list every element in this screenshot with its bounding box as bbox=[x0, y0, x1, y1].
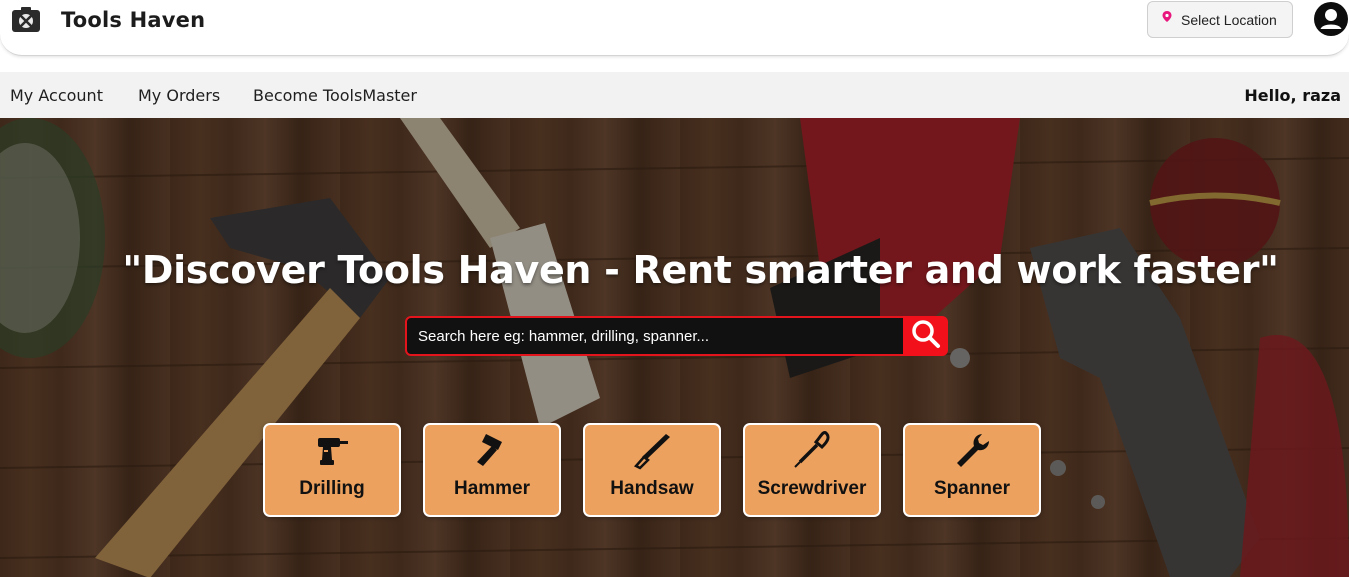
user-avatar-icon[interactable] bbox=[1314, 2, 1348, 36]
nav-my-account[interactable]: My Account bbox=[10, 86, 103, 105]
search-icon bbox=[910, 318, 942, 355]
category-label: Screwdriver bbox=[757, 478, 867, 499]
category-screwdriver[interactable]: Screwdriver bbox=[743, 423, 881, 517]
brand-name[interactable]: Tools Haven bbox=[61, 8, 205, 32]
nav-my-orders[interactable]: My Orders bbox=[138, 86, 220, 105]
select-location-label: Select Location bbox=[1181, 11, 1277, 28]
search-bar bbox=[405, 316, 948, 356]
category-label: Spanner bbox=[933, 478, 1011, 499]
search-input[interactable] bbox=[405, 316, 905, 356]
map-pin-icon bbox=[1160, 10, 1174, 29]
select-location-button[interactable]: Select Location bbox=[1147, 1, 1293, 38]
category-drilling[interactable]: Drilling bbox=[263, 423, 401, 517]
category-label: Handsaw bbox=[610, 478, 694, 499]
screwdriver-icon bbox=[792, 430, 832, 478]
category-label: Drilling bbox=[299, 478, 365, 499]
top-header: Tools Haven Select Location bbox=[0, 0, 1349, 56]
category-label: Hammer bbox=[453, 478, 531, 499]
category-handsaw[interactable]: Handsaw bbox=[583, 423, 721, 517]
handsaw-icon bbox=[632, 430, 672, 478]
category-hammer[interactable]: Hammer bbox=[423, 423, 561, 517]
hammer-icon bbox=[472, 430, 512, 478]
hero-headline: "Discover Tools Haven - Rent smarter and… bbox=[122, 248, 1279, 292]
nav-become-toolsmaster[interactable]: Become ToolsMaster bbox=[253, 86, 417, 105]
search-button[interactable] bbox=[903, 316, 948, 356]
drill-icon bbox=[312, 430, 352, 478]
toolbox-logo-icon[interactable] bbox=[10, 6, 42, 34]
user-greeting: Hello, raza bbox=[1244, 86, 1341, 105]
wrench-icon bbox=[952, 430, 992, 478]
account-nav-bar: My Account My Orders Become ToolsMaster … bbox=[0, 72, 1349, 118]
category-spanner[interactable]: Spanner bbox=[903, 423, 1041, 517]
hero-banner: "Discover Tools Haven - Rent smarter and… bbox=[0, 118, 1349, 577]
